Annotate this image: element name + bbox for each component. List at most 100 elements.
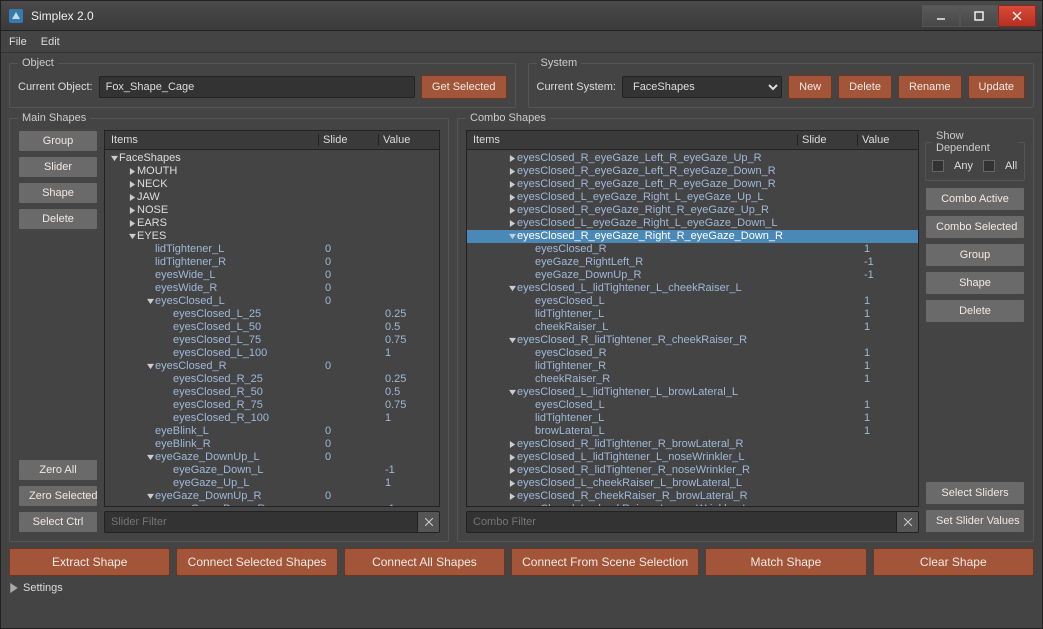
tree-row[interactable]: eyesClosed_R_250.25 bbox=[105, 373, 439, 386]
tree-row[interactable]: eyesClosed_R_eyeGaze_Right_R_eyeGaze_Dow… bbox=[467, 230, 918, 243]
chevron-down-icon[interactable] bbox=[145, 363, 155, 370]
tree-row[interactable]: eyeGaze_DownUp_R0 bbox=[105, 490, 439, 503]
clear-shape-button[interactable]: Clear Shape bbox=[873, 548, 1034, 576]
ms-col-items[interactable]: Items bbox=[105, 134, 319, 146]
tree-row[interactable]: JAW bbox=[105, 191, 439, 204]
chevron-right-icon[interactable] bbox=[127, 168, 137, 175]
tree-row[interactable]: eyesClosed_R1 bbox=[467, 243, 918, 256]
get-selected-button[interactable]: Get Selected bbox=[421, 75, 507, 99]
combo-filter-input[interactable] bbox=[466, 511, 897, 533]
chevron-down-icon[interactable] bbox=[507, 285, 517, 292]
ms-zero-all-button[interactable]: Zero All bbox=[18, 459, 98, 481]
slider-filter-input[interactable] bbox=[104, 511, 418, 533]
tree-row[interactable]: FaceShapes bbox=[105, 152, 439, 165]
cs-delete-button[interactable]: Delete bbox=[925, 299, 1025, 323]
tree-row[interactable]: eyesClosed_R0 bbox=[105, 360, 439, 373]
chevron-right-icon[interactable] bbox=[507, 467, 517, 474]
chevron-right-icon[interactable] bbox=[127, 194, 137, 201]
chevron-right-icon[interactable] bbox=[507, 168, 517, 175]
minimize-button[interactable] bbox=[922, 5, 960, 27]
tree-row[interactable]: eyesClosed_L_lidTightener_L_noseWrinkler… bbox=[467, 451, 918, 464]
maximize-button[interactable] bbox=[960, 5, 998, 27]
tree-row[interactable]: eyesClosed_R1 bbox=[467, 347, 918, 360]
cs-col-value[interactable]: Value bbox=[858, 134, 918, 146]
match-shape-button[interactable]: Match Shape bbox=[705, 548, 866, 576]
tree-row[interactable]: eyeGaze_Down_L-1 bbox=[105, 464, 439, 477]
cs-col-slide[interactable]: Slide bbox=[798, 134, 858, 146]
cs-group-button[interactable]: Group bbox=[925, 243, 1025, 267]
tree-row[interactable]: eyesClosed_L_1001 bbox=[105, 347, 439, 360]
tree-row[interactable]: eyesClosed_L_eyeGaze_Right_L_eyeGaze_Dow… bbox=[467, 217, 918, 230]
tree-row[interactable]: NECK bbox=[105, 178, 439, 191]
chevron-right-icon[interactable] bbox=[127, 181, 137, 188]
extract-shape-button[interactable]: Extract Shape bbox=[9, 548, 170, 576]
chevron-right-icon[interactable] bbox=[507, 454, 517, 461]
tree-row[interactable]: eyesClosed_R_eyeGaze_Right_R_eyeGaze_Up_… bbox=[467, 204, 918, 217]
tree-row[interactable]: eyeGaze_RightLeft_R-1 bbox=[467, 256, 918, 269]
chevron-down-icon[interactable] bbox=[507, 389, 517, 396]
connect-selected-shapes-button[interactable]: Connect Selected Shapes bbox=[176, 548, 337, 576]
chevron-right-icon[interactable] bbox=[127, 207, 137, 214]
set-slider-values-button[interactable]: Set Slider Values bbox=[925, 509, 1025, 533]
chevron-right-icon[interactable] bbox=[507, 506, 517, 507]
tree-row[interactable]: lidTightener_R1 bbox=[467, 360, 918, 373]
combo-filter-clear[interactable] bbox=[897, 511, 919, 533]
ms-select-ctrl-button[interactable]: Select Ctrl bbox=[18, 511, 98, 533]
menu-file[interactable]: File bbox=[9, 36, 27, 48]
tree-row[interactable]: eyesClosed_R_lidTightener_R_noseWrinkler… bbox=[467, 464, 918, 477]
tree-row[interactable]: eyeBlink_L0 bbox=[105, 425, 439, 438]
close-button[interactable] bbox=[998, 5, 1036, 27]
tree-row[interactable]: lidTightener_L1 bbox=[467, 412, 918, 425]
tree-row[interactable]: lidTightener_L1 bbox=[467, 308, 918, 321]
ms-col-slide[interactable]: Slide bbox=[319, 134, 379, 146]
slider-filter-clear[interactable] bbox=[418, 511, 440, 533]
any-checkbox[interactable] bbox=[932, 160, 944, 172]
tree-row[interactable]: NOSE bbox=[105, 204, 439, 217]
chevron-down-icon[interactable] bbox=[145, 493, 155, 500]
combo-active-button[interactable]: Combo Active bbox=[925, 187, 1025, 211]
chevron-right-icon[interactable] bbox=[507, 181, 517, 188]
tree-row[interactable]: eyeBlink_R0 bbox=[105, 438, 439, 451]
tree-row[interactable]: eyesClosed_L_750.75 bbox=[105, 334, 439, 347]
tree-row[interactable]: cheekRaiser_L1 bbox=[467, 321, 918, 334]
tree-row[interactable]: eyesClosed_L1 bbox=[467, 399, 918, 412]
chevron-right-icon[interactable] bbox=[507, 194, 517, 201]
chevron-right-icon[interactable] bbox=[507, 493, 517, 500]
combo-selected-button[interactable]: Combo Selected bbox=[925, 215, 1025, 239]
chevron-right-icon[interactable] bbox=[507, 441, 517, 448]
tree-row[interactable]: eyesClosed_R_eyeGaze_Left_R_eyeGaze_Down… bbox=[467, 178, 918, 191]
chevron-down-icon[interactable] bbox=[145, 298, 155, 305]
tree-row[interactable]: lidTightener_L0 bbox=[105, 243, 439, 256]
menu-edit[interactable]: Edit bbox=[41, 36, 60, 48]
tree-row[interactable]: MOUTH bbox=[105, 165, 439, 178]
ms-col-value[interactable]: Value bbox=[379, 134, 439, 146]
tree-row[interactable]: eyesClosed_R_lidTightener_R_browLateral_… bbox=[467, 438, 918, 451]
all-checkbox[interactable] bbox=[983, 160, 995, 172]
tree-row[interactable]: eyesClosed_R_eyeGaze_Left_R_eyeGaze_Down… bbox=[467, 165, 918, 178]
tree-row[interactable]: eyesClosed_L_500.5 bbox=[105, 321, 439, 334]
tree-row[interactable]: eyeGaze_Up_L1 bbox=[105, 477, 439, 490]
tree-row[interactable]: eyesClosed_L_lidTightener_L_cheekRaiser_… bbox=[467, 282, 918, 295]
tree-row[interactable]: EARS bbox=[105, 217, 439, 230]
system-update-button[interactable]: Update bbox=[968, 75, 1025, 99]
tree-row[interactable]: eyesClosed_L_lidTightener_L_browLateral_… bbox=[467, 386, 918, 399]
chevron-down-icon[interactable] bbox=[507, 233, 517, 240]
chevron-down-icon[interactable] bbox=[127, 233, 137, 240]
chevron-down-icon[interactable] bbox=[145, 454, 155, 461]
tree-row[interactable]: eyesClosed_R_500.5 bbox=[105, 386, 439, 399]
tree-row[interactable]: eyesWide_R0 bbox=[105, 282, 439, 295]
chevron-down-icon[interactable] bbox=[507, 337, 517, 344]
tree-row[interactable]: browLateral_L1 bbox=[467, 425, 918, 438]
tree-row[interactable]: eyesClosed_L0 bbox=[105, 295, 439, 308]
chevron-right-icon[interactable] bbox=[507, 220, 517, 227]
tree-row[interactable]: lidTightener_R0 bbox=[105, 256, 439, 269]
chevron-down-icon[interactable] bbox=[109, 155, 119, 162]
ms-delete-button[interactable]: Delete bbox=[18, 208, 98, 230]
connect-from-scene-button[interactable]: Connect From Scene Selection bbox=[511, 548, 699, 576]
system-delete-button[interactable]: Delete bbox=[838, 75, 892, 99]
ms-zero-selected-button[interactable]: Zero Selected bbox=[18, 485, 98, 507]
tree-row[interactable]: eyesClosed_R_eyeGaze_Left_R_eyeGaze_Up_R bbox=[467, 152, 918, 165]
chevron-right-icon[interactable] bbox=[507, 207, 517, 214]
tree-row[interactable]: eyesClosed_L1 bbox=[467, 295, 918, 308]
tree-row[interactable]: eyesClosed_R_750.75 bbox=[105, 399, 439, 412]
